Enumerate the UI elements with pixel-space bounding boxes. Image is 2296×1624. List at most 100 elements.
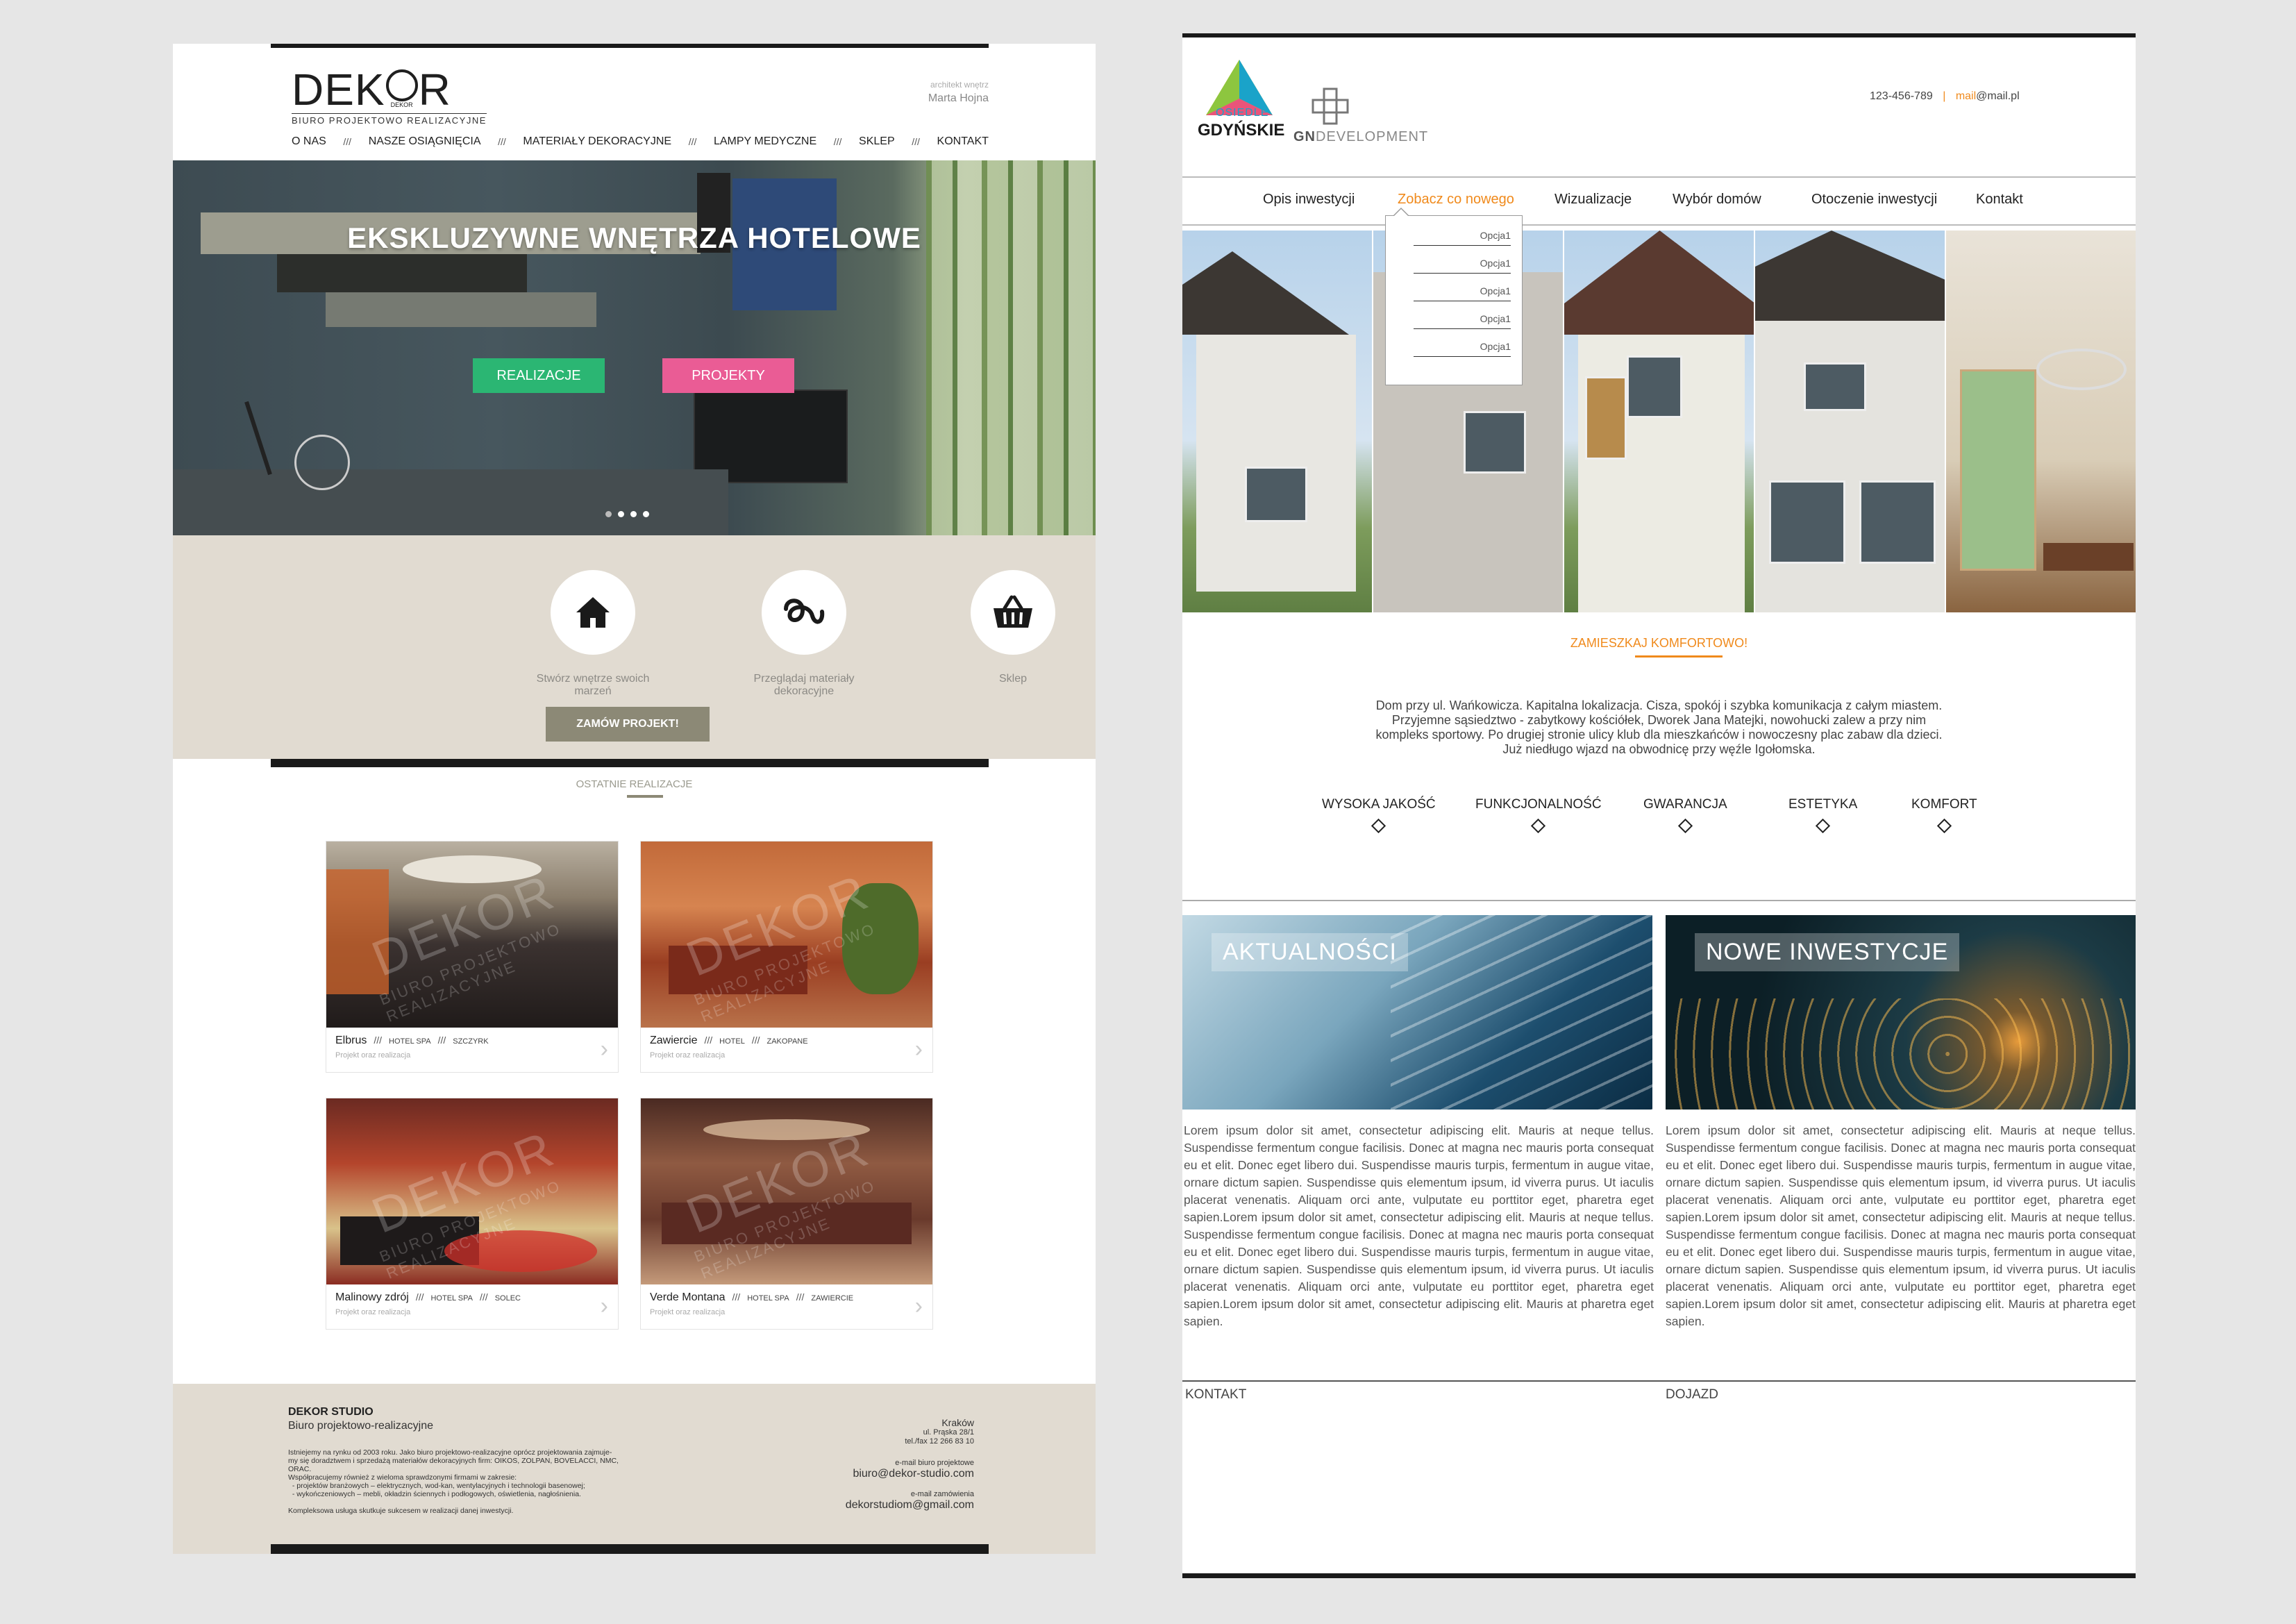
- value-item[interactable]: GWARANCJA: [1643, 797, 1727, 834]
- news-tile-label: AKTUALNOŚCI: [1212, 933, 1408, 971]
- footer-email[interactable]: biuro@dekor-studio.com: [846, 1468, 974, 1480]
- nav-item-materialy[interactable]: MATERIAŁY DEKORACYJNE: [523, 135, 671, 148]
- hero-shelf: [277, 254, 527, 292]
- value-label: FUNKCJONALNOŚĆ: [1475, 797, 1602, 812]
- bottom-bar: [1182, 1573, 2136, 1578]
- logo-wordmark: DEK DEKOR R: [292, 65, 451, 115]
- projekty-button[interactable]: PROJEKTY: [662, 358, 794, 393]
- realizacje-button[interactable]: REALIZACJE: [473, 358, 605, 393]
- card-tag: HOTEL: [719, 1037, 745, 1046]
- dropdown-option[interactable]: Opcja1: [1414, 219, 1511, 246]
- chevron-right-icon[interactable]: ›: [601, 1294, 608, 1318]
- nav-item-wybor-domow[interactable]: Wybór domów: [1673, 192, 1761, 208]
- card-tag: HOTEL SPA: [389, 1037, 431, 1046]
- card-meta: Zawiercie /// HOTEL /// ZAKOPANE: [650, 1035, 808, 1047]
- nav-item-otoczenie[interactable]: Otoczenie inwestycji: [1811, 192, 1937, 208]
- nav-item-wizualizacje[interactable]: Wizualizacje: [1555, 192, 1632, 208]
- nav-border: [1182, 224, 2136, 226]
- house-photo[interactable]: [1182, 231, 1373, 612]
- news-tile[interactable]: AKTUALNOŚCI: [1182, 915, 1652, 1110]
- slider-dot[interactable]: [643, 511, 649, 517]
- house-photo[interactable]: [1564, 231, 1755, 612]
- gallery-image[interactable]: DEKOR BIURO PROJEKTOWO REALIZACYJNE: [326, 1098, 618, 1284]
- nav-item-kontakt[interactable]: Kontakt: [1976, 192, 2023, 208]
- hero-sphere: [294, 435, 350, 490]
- footer-about-line: [288, 1498, 677, 1507]
- gallery-card[interactable]: DEKOR BIURO PROJEKTOWO REALIZACYJNE Mali…: [326, 1098, 619, 1330]
- house-photo[interactable]: [1755, 231, 1946, 612]
- dropdown-option[interactable]: Opcja1: [1414, 274, 1511, 301]
- description-line: Dom przy ul. Wańkowicza. Kapitalna lokal…: [1375, 698, 1943, 712]
- value-item[interactable]: WYSOKA JAKOŚĆ: [1322, 797, 1436, 834]
- feature-icon-circle: [551, 570, 635, 655]
- diamond-icon: [1936, 818, 1952, 834]
- slider-dots: [605, 511, 649, 517]
- feature-3[interactable]: Sklep: [937, 570, 1089, 685]
- card-separator: ///: [437, 1035, 446, 1046]
- chevron-right-icon[interactable]: ›: [601, 1037, 608, 1061]
- slider-dot[interactable]: [618, 511, 624, 517]
- footer-contact: Kraków ul. Prąska 28/1 tel./fax 12 266 8…: [846, 1417, 974, 1512]
- nav-item-o-nas[interactable]: O NAS: [292, 135, 326, 148]
- card-title: Elbrus: [335, 1035, 367, 1046]
- footer-about-line: - projektów branżowych – elektrycznych, …: [288, 1482, 585, 1490]
- feature-label: Przeglądaj materiały dekoracyjne: [753, 673, 855, 697]
- footer-about-text: Istniejemy na rynku od 2003 roku. Jako b…: [288, 1448, 677, 1515]
- slider-dot[interactable]: [630, 511, 637, 517]
- house-photo[interactable]: [1946, 231, 2136, 612]
- house-photo-strip: [1182, 231, 2136, 612]
- dekor-logo[interactable]: DEK DEKOR R BIURO PROJEKTOWO REALIZACYJNE: [292, 67, 487, 126]
- value-label: ESTETYKA: [1788, 797, 1858, 812]
- top-bar: [1182, 33, 2136, 37]
- footer-about-line: Kompleksowa usługa skutkuje sukcesem w r…: [288, 1507, 514, 1515]
- main-nav: O NAS /// NASZE OSIĄGNIĘCIA /// MATERIAŁ…: [292, 135, 989, 148]
- chevron-right-icon[interactable]: ›: [915, 1037, 923, 1061]
- dropdown-option[interactable]: Opcja1: [1414, 302, 1511, 329]
- hero-slider: [173, 160, 1096, 535]
- gallery-card[interactable]: DEKOR BIURO PROJEKTOWO REALIZACYJNE Verd…: [640, 1098, 933, 1330]
- value-item[interactable]: ESTETYKA: [1788, 797, 1858, 834]
- feature-2[interactable]: Przeglądaj materiały dekoracyjne: [728, 570, 880, 698]
- feature-1[interactable]: Stwórz wnętrze swoich marzeń: [517, 570, 669, 698]
- card-title: Zawiercie: [650, 1035, 698, 1046]
- window-shape: [1627, 355, 1682, 418]
- footer-kontakt[interactable]: KONTAKT: [1185, 1387, 1246, 1403]
- gallery-image[interactable]: DEKOR BIURO PROJEKTOWO REALIZACYJNE: [326, 842, 618, 1028]
- chevron-right-icon[interactable]: ›: [915, 1294, 923, 1318]
- header-phone[interactable]: 123-456-789: [1870, 90, 1933, 102]
- dropdown-option[interactable]: Opcja1: [1414, 246, 1511, 274]
- nav-item-lampy[interactable]: LAMPY MEDYCZNE: [714, 135, 816, 148]
- investments-tile[interactable]: NOWE INWESTYCJE: [1666, 915, 2136, 1110]
- dropdown-caret: [1393, 209, 1409, 217]
- section-underline: [627, 795, 663, 798]
- diamond-icon: [1371, 818, 1386, 834]
- card-separator: ///: [415, 1291, 424, 1303]
- gallery-card[interactable]: DEKOR BIURO PROJEKTOWO REALIZACYJNE Elbr…: [326, 841, 619, 1073]
- section-divider: [1182, 900, 2136, 901]
- card-separator: ///: [732, 1291, 741, 1303]
- nav-item-sklep[interactable]: SKLEP: [859, 135, 895, 148]
- gallery-image[interactable]: DEKOR BIURO PROJEKTOWO REALIZACYJNE: [641, 842, 932, 1028]
- footer-email[interactable]: dekorstudiom@gmail.com: [846, 1499, 974, 1512]
- nav-item-kontakt[interactable]: KONTAKT: [937, 135, 989, 148]
- author-block: architekt wnętrz Marta Hojna: [895, 80, 989, 105]
- gallery-image[interactable]: DEKOR BIURO PROJEKTOWO REALIZACYJNE: [641, 1098, 932, 1284]
- value-item[interactable]: KOMFORT: [1911, 797, 1977, 834]
- header-email[interactable]: mail@mail.pl: [1956, 90, 2020, 102]
- nav-item-zobacz[interactable]: Zobacz co nowego: [1398, 192, 1514, 208]
- dropdown-option[interactable]: Opcja1: [1414, 330, 1511, 357]
- nav-item-opis[interactable]: Opis inwestycji: [1263, 192, 1355, 208]
- footer-about-line: Istniejemy na rynku od 2003 roku. Jako b…: [288, 1448, 612, 1457]
- footer-phone: tel./fax 12 266 83 10: [905, 1437, 974, 1446]
- feature-label: Sklep: [998, 673, 1028, 685]
- investments-tile-label: NOWE INWESTYCJE: [1695, 933, 1960, 971]
- diamond-icon: [1816, 818, 1831, 834]
- gallery-card[interactable]: DEKOR BIURO PROJEKTOWO REALIZACYJNE Zawi…: [640, 841, 933, 1073]
- slider-dot[interactable]: [605, 511, 612, 517]
- value-item[interactable]: FUNKCJONALNOŚĆ: [1475, 797, 1602, 834]
- footer-dojazd[interactable]: DOJAZD: [1666, 1387, 1718, 1403]
- window-shape: [1804, 362, 1866, 411]
- order-project-button[interactable]: ZAMÓW PROJEKT!: [546, 707, 710, 742]
- nav-item-osiagniecia[interactable]: NASZE OSIĄGNIĘCIA: [369, 135, 481, 148]
- card-separator: ///: [374, 1035, 383, 1046]
